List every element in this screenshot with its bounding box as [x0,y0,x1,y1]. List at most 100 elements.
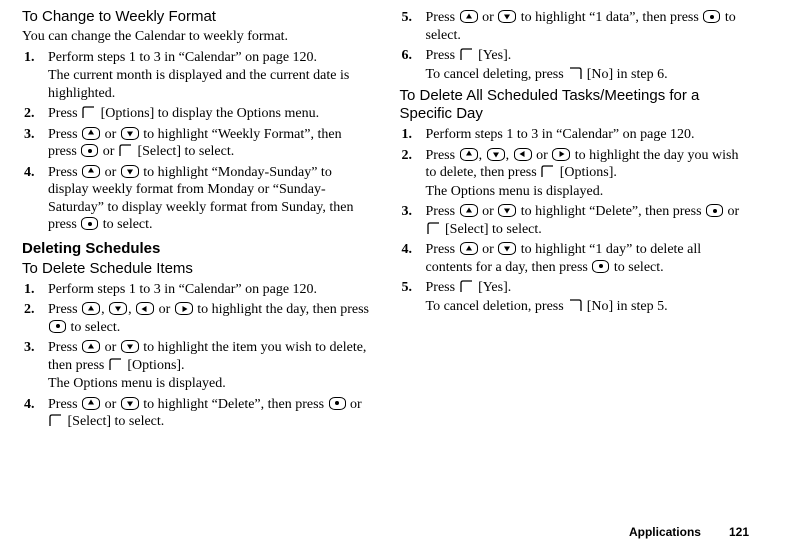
text-frag: to highlight “1 data”, then press [517,10,702,25]
left-softkey-icon [119,144,133,157]
text-frag: or [479,10,498,25]
page-footer: Applications121 [629,525,749,539]
text-frag: Press [426,242,459,257]
step-text: Press [Yes]. [426,48,512,63]
step-text: Press or to highlight the item you wish … [48,340,366,373]
text-frag: or [724,204,739,219]
text-frag: [Options] to display the Options menu. [97,106,319,121]
delete-items-steps-continued: 5. Press or to highlight “1 data”, then … [400,9,750,83]
delete-items-steps: 1. Perform steps 1 to 3 in “Calendar” on… [22,281,372,431]
down-key-icon [498,242,516,255]
step-text: Press or to highlight “1 data”, then pre… [426,10,736,43]
step-1: 1. Perform steps 1 to 3 in “Calendar” on… [22,281,372,299]
step-body: The current month is displayed and the c… [48,67,372,102]
step-number: 3. [402,203,413,221]
text-frag: or [101,340,120,355]
step-4: 4. Press or to highlight “1 day” to dele… [400,241,750,276]
step-text: Press , , or to highlight the day you wi… [426,148,739,181]
ok-key-icon [706,204,723,217]
step-2: 2. Press [Options] to display the Option… [22,105,372,123]
step-text: Press [Yes]. [426,280,512,295]
step-number: 2. [24,301,35,319]
text-frag: to select. [99,217,152,232]
left-softkey-icon [460,48,474,61]
up-key-icon [82,127,100,140]
ok-key-icon [81,217,98,230]
step-text: Press [Options] to display the Options m… [48,106,319,121]
text-frag: Press [426,204,459,219]
step-text: Press or to highlight “Delete”, then pre… [48,397,362,430]
text-frag: Press [426,148,459,163]
step-number: 5. [402,9,413,27]
left-softkey-icon [427,222,441,235]
text-frag: [No] in step 6. [583,67,667,82]
weekly-format-steps: 1. Perform steps 1 to 3 in “Calendar” on… [22,49,372,234]
left-softkey-icon [49,414,63,427]
weekly-intro-text: You can change the Calendar to weekly fo… [22,28,372,46]
text-frag: [Select] to select. [442,222,542,237]
text-frag: Press [48,106,81,121]
text-frag: to select. [610,260,663,275]
ok-key-icon [81,144,98,157]
ok-key-icon [329,397,346,410]
step-5: 5. Press or to highlight “1 data”, then … [400,9,750,44]
down-key-icon [121,127,139,140]
text-frag: , [479,148,486,163]
left-softkey-icon [109,358,123,371]
text-frag: or [99,144,118,159]
step-5: 5. Press [Yes]. To cancel deletion, pres… [400,279,750,315]
footer-section: Applications [629,525,701,539]
step-text: Perform steps 1 to 3 in “Calendar” on pa… [426,127,695,142]
text-frag: , [128,302,135,317]
text-frag: Press [426,48,459,63]
left-softkey-icon [541,165,555,178]
step-number: 4. [402,241,413,259]
down-key-icon [498,204,516,217]
step-text: Press or to highlight “Delete”, then pre… [426,204,740,237]
text-frag: Press [48,397,81,412]
text-frag: Press [426,10,459,25]
down-key-icon [498,10,516,23]
text-frag: or [101,127,120,142]
left-key-icon [514,148,532,161]
left-column: To Change to Weekly Format You can chang… [22,6,372,433]
text-frag: Press [426,280,459,295]
step-text: Press or to highlight “1 day” to delete … [426,242,702,275]
text-frag: To cancel deleting, press [426,67,568,82]
step-body: The Options menu is displayed. [48,375,372,393]
up-key-icon [82,340,100,353]
text-frag: to select. [67,320,120,335]
right-softkey-icon [568,299,582,312]
text-frag: Press [48,340,81,355]
heading-deleting-schedules: Deleting Schedules [22,240,372,258]
step-number: 3. [24,126,35,144]
text-frag: [Select] to select. [64,414,164,429]
text-frag: Press [48,302,81,317]
step-text: Perform steps 1 to 3 in “Calendar” on pa… [48,50,317,65]
text-frag: to highlight the day, then press [194,302,369,317]
text-frag: Press [48,127,81,142]
heading-delete-schedule-items: To Delete Schedule Items [22,260,372,278]
text-frag: To cancel deletion, press [426,299,568,314]
step-4: 4. Press or to highlight “Monday-Sunday”… [22,164,372,234]
left-softkey-icon [460,280,474,293]
down-key-icon [487,148,505,161]
step-number: 1. [24,281,35,299]
step-body: To cancel deletion, press [No] in step 5… [426,298,750,316]
right-softkey-icon [568,67,582,80]
left-key-icon [136,302,154,315]
step-2: 2. Press , , or to highlight the day you… [400,147,750,201]
text-frag: to highlight “Delete”, then press [517,204,705,219]
up-key-icon [460,242,478,255]
step-number: 1. [402,126,413,144]
up-key-icon [460,204,478,217]
text-frag: or [101,165,120,180]
text-frag: [Options]. [556,165,617,180]
text-frag: [Yes]. [475,280,512,295]
step-text: Press or to highlight “Monday-Sunday” to… [48,165,353,233]
step-text: Perform steps 1 to 3 in “Calendar” on pa… [48,282,317,297]
delete-all-day-steps: 1. Perform steps 1 to 3 in “Calendar” on… [400,126,750,315]
text-frag: , [101,302,108,317]
right-key-icon [175,302,193,315]
up-key-icon [82,165,100,178]
